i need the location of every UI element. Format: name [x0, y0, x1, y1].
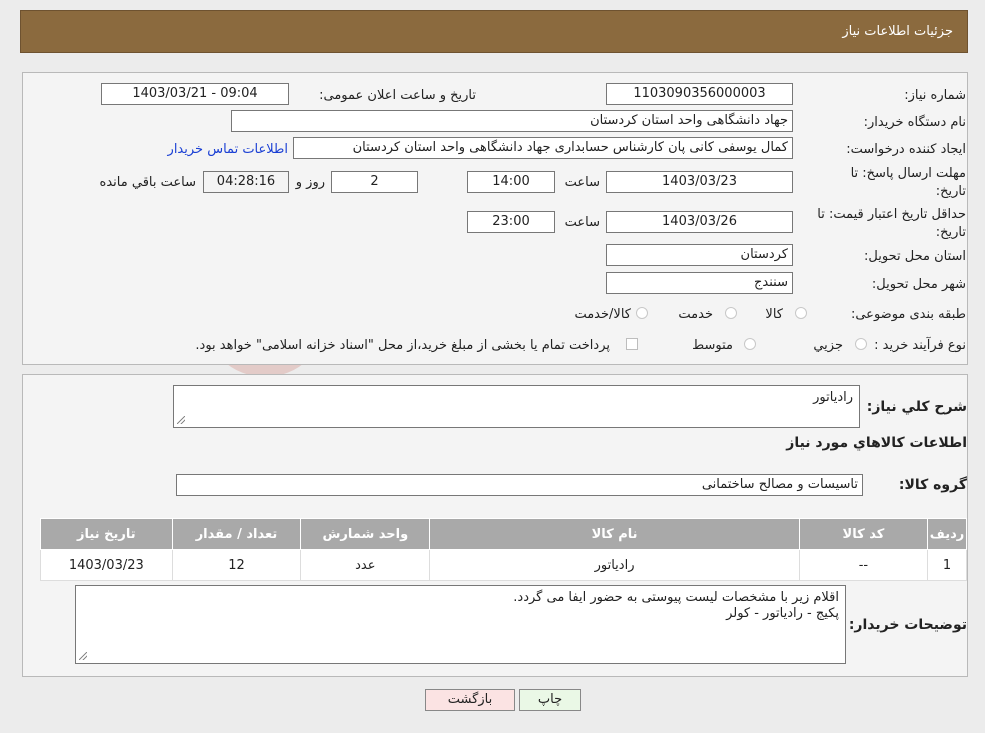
print-button[interactable]: چاپ — [519, 689, 581, 711]
category-option-service: خدمت — [678, 307, 713, 322]
category-radio-goods-service[interactable] — [636, 307, 648, 319]
goods-table-header: رديف کد کالا نام کالا واحد شمارش تعداد /… — [40, 518, 967, 550]
category-option-goods: کالا — [765, 307, 783, 322]
buyer-contact-link[interactable]: اطلاعات تماس خریدار — [168, 142, 288, 157]
process-label: نوع فرآیند خرید : — [874, 338, 966, 353]
city-field: سنندج — [606, 272, 793, 294]
validity-label-date: تاریخ: — [935, 225, 966, 240]
validity-time-label: ساعت — [564, 215, 600, 230]
col-unit: واحد شمارش — [300, 518, 431, 550]
announce-datetime-field: 1403/03/21 - 09:04 — [101, 83, 289, 105]
cell-unit: عدد — [300, 549, 431, 581]
buyer-notes-label: توضیحات خریدار: — [848, 617, 967, 633]
validity-date-field: 1403/03/26 — [606, 211, 793, 233]
resize-grip-icon[interactable] — [177, 416, 185, 424]
process-radio-medium[interactable] — [744, 338, 756, 350]
process-radio-minor[interactable] — [855, 338, 867, 350]
need-number-label: شماره نیاز: — [904, 88, 966, 103]
col-goods-name: نام کالا — [429, 518, 800, 550]
category-radio-goods[interactable] — [795, 307, 807, 319]
deadline-time-label: ساعت — [564, 175, 600, 190]
goods-info-title: اطلاعات کالاهاي مورد نياز — [786, 435, 967, 451]
cell-goods-name: رادیاتور — [429, 549, 800, 581]
remaining-days-field: 2 — [331, 171, 418, 193]
summary-label: شرح كلي نياز: — [866, 399, 967, 415]
buyer-org-field: جهاد دانشگاهی واحد استان کردستان — [231, 110, 793, 132]
buyer-notes-textarea[interactable]: اقلام زیر با مشخصات لیست پیوستی به حضور … — [75, 585, 846, 664]
page-header: جزئیات اطلاعات نیاز — [20, 10, 968, 53]
remaining-time-field: 04:28:16 — [203, 171, 289, 193]
col-row-number: رديف — [927, 518, 967, 550]
category-radio-service[interactable] — [725, 307, 737, 319]
deadline-date-field: 1403/03/23 — [606, 171, 793, 193]
creator-label: ایجاد کننده درخواست: — [846, 142, 966, 157]
payment-note: پرداخت تمام یا بخشی از مبلغ خرید،از محل … — [195, 338, 610, 353]
cell-quantity: 12 — [171, 549, 302, 581]
validity-label: حداقل تاریخ اعتبار قیمت: تا — [817, 207, 966, 222]
category-label: طبقه بندی موضوعی: — [850, 307, 966, 322]
treasury-payment-checkbox[interactable] — [626, 338, 638, 350]
province-label: استان محل تحویل: — [864, 249, 966, 264]
goods-table: رديف کد کالا نام کالا واحد شمارش تعداد /… — [40, 518, 967, 581]
cell-need-date: 1403/03/23 — [40, 549, 173, 581]
need-number-field: 1103090356000003 — [606, 83, 793, 105]
remaining-days-label: روز و — [295, 175, 325, 190]
deadline-label-date: تاریخ: — [935, 184, 966, 199]
goods-group-label: گروه کالا: — [898, 477, 967, 493]
process-option-minor: جزیي — [813, 338, 843, 353]
summary-text: رادیاتور — [813, 390, 853, 405]
category-option-goods-service: کالا/خدمت — [574, 307, 631, 322]
page-title: جزئیات اطلاعات نیاز — [842, 24, 953, 39]
deadline-label: مهلت ارسال پاسخ: تا — [850, 166, 966, 181]
validity-time-field: 23:00 — [467, 211, 555, 233]
buyer-notes-line-1: اقلام زیر با مشخصات لیست پیوستی به حضور … — [513, 590, 839, 605]
announce-datetime-label: تاریخ و ساعت اعلان عمومی: — [319, 88, 476, 103]
buyer-notes-line-2: پکیج - رادیاتور - کولر — [726, 606, 839, 621]
back-button[interactable]: بازگشت — [425, 689, 515, 711]
table-row: 1 -- رادیاتور عدد 12 1403/03/23 — [40, 549, 967, 581]
col-goods-code: کد کالا — [798, 518, 929, 550]
deadline-time-field: 14:00 — [467, 171, 555, 193]
cell-row-number: 1 — [927, 549, 967, 581]
creator-field: کمال یوسفی کانی پان کارشناس حسابداری جها… — [293, 137, 793, 159]
summary-textarea[interactable]: رادیاتور — [173, 385, 860, 428]
resize-grip-icon[interactable] — [79, 652, 87, 660]
remaining-time-label: ساعت باقي مانده — [99, 175, 196, 190]
buyer-org-label: نام دستگاه خریدار: — [863, 115, 966, 130]
col-need-date: تاریخ نیاز — [40, 518, 173, 550]
province-field: کردستان — [606, 244, 793, 266]
process-option-medium: متوسط — [692, 338, 733, 353]
cell-goods-code: -- — [798, 549, 929, 581]
col-quantity: تعداد / مقدار — [171, 518, 302, 550]
city-label: شهر محل تحویل: — [871, 277, 966, 292]
goods-group-field: تاسیسات و مصالح ساختمانی — [176, 474, 863, 496]
